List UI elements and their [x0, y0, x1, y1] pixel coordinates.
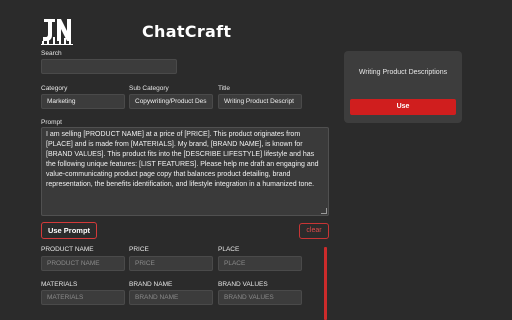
clear-button[interactable]: clear [299, 223, 329, 239]
variable-label: PRICE [129, 246, 149, 253]
price-input[interactable]: PRICE [129, 256, 213, 271]
brand-values-input[interactable]: BRAND VALUES [218, 290, 302, 305]
variable-label: MATERIALS [41, 281, 78, 288]
variable-label: BRAND VALUES [218, 281, 268, 288]
sub-category-select[interactable]: Copywriting/Product Des [129, 94, 213, 109]
prompt-textarea[interactable]: I am selling [PRODUCT NAME] at a price o… [41, 127, 329, 216]
product-name-input[interactable]: PRODUCT NAME [41, 256, 125, 271]
variable-label: BRAND NAME [129, 281, 173, 288]
search-label: Search [41, 50, 62, 57]
category-label: Category [41, 85, 68, 92]
title-select[interactable]: Writing Product Descript [218, 94, 302, 109]
materials-input[interactable]: MATERIALS [41, 290, 125, 305]
sub-category-label: Sub Category [129, 85, 169, 92]
card-title: Writing Product Descriptions [358, 69, 448, 76]
title-label: Title [218, 85, 231, 92]
jn-logo-icon [41, 19, 73, 45]
search-input[interactable] [41, 59, 177, 74]
variable-label: PLACE [218, 246, 240, 253]
app-title: ChatCraft [142, 22, 232, 41]
category-select[interactable]: Marketing [41, 94, 125, 109]
variable-label: PRODUCT NAME [41, 246, 94, 253]
variables-scrollbar[interactable] [324, 247, 327, 320]
place-input[interactable]: PLACE [218, 256, 302, 271]
prompt-text: I am selling [PRODUCT NAME] at a price o… [46, 131, 319, 188]
brand-name-input[interactable]: BRAND NAME [129, 290, 213, 305]
prompt-card: Writing Product Descriptions Use [344, 51, 462, 123]
prompt-label: Prompt [41, 119, 62, 126]
resize-handle-icon[interactable] [321, 208, 327, 214]
card-use-button[interactable]: Use [350, 99, 456, 115]
app-logo [41, 17, 73, 45]
use-prompt-button[interactable]: Use Prompt [41, 222, 97, 239]
